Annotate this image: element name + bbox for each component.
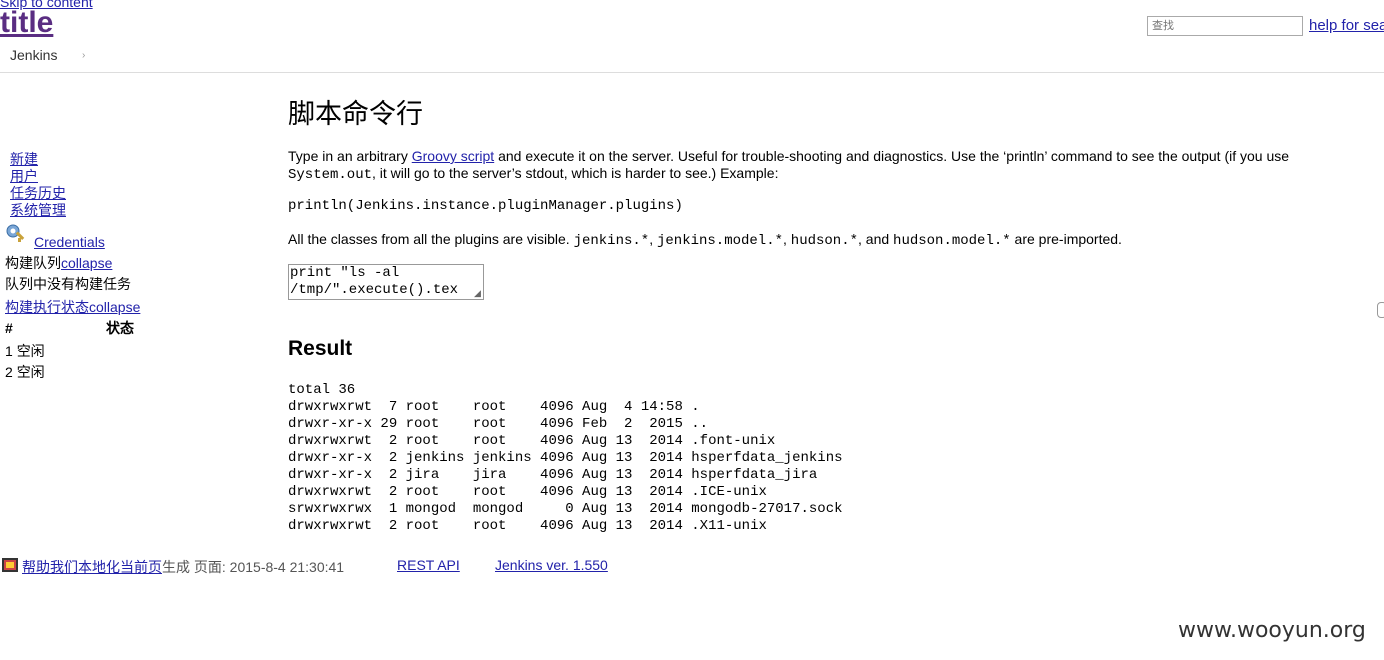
- executor-header-status: 状态: [106, 320, 134, 336]
- package-jenkins: jenkins.*: [573, 233, 650, 249]
- sidebar-item-new[interactable]: 新建: [10, 151, 38, 168]
- groovy-script-link[interactable]: Groovy script: [412, 148, 494, 164]
- executor-num: 1: [5, 343, 13, 359]
- executor-collapse-link[interactable]: collapse: [89, 299, 140, 315]
- breadcrumb-arrow-icon[interactable]: ›: [82, 50, 85, 61]
- footer-localize: 帮助我们本地化当前页生成 页面: 2015-8-4 21:30:41: [22, 557, 344, 577]
- intro-text-3: , it will go to the server’s stdout, whi…: [372, 165, 779, 181]
- package-hudson: hudson.*: [790, 233, 859, 249]
- sidebar-item-build-history[interactable]: 任务历史: [10, 185, 66, 202]
- classes-prefix: All the classes from all the plugins are…: [288, 231, 574, 247]
- intro-paragraph: Type in an arbitrary Groovy script and e…: [288, 148, 1368, 184]
- sidebar-item-users[interactable]: 用户: [10, 168, 38, 185]
- example-code: println(Jenkins.instance.pluginManager.p…: [288, 198, 683, 214]
- resize-grip-icon[interactable]: ◢: [474, 288, 481, 299]
- result-heading: Result: [288, 337, 353, 360]
- executor-status: 空闲: [16, 343, 45, 359]
- header-divider: [0, 72, 1384, 73]
- executor-header-num: #: [5, 320, 13, 336]
- executor-status-link[interactable]: 构建执行状态: [5, 299, 89, 315]
- package-jenkins-model: jenkins.model.*: [656, 233, 784, 249]
- executor-status: 空闲: [16, 364, 45, 380]
- jenkins-title-link[interactable]: title: [0, 6, 53, 40]
- credentials-icon: [6, 224, 25, 242]
- separator: , and: [858, 231, 894, 247]
- package-hudson-model: hudson.model.*: [893, 233, 1011, 249]
- classes-paragraph: All the classes from all the plugins are…: [288, 231, 1368, 250]
- scroll-handle-icon[interactable]: [1377, 302, 1384, 318]
- localize-page-link[interactable]: 帮助我们本地化当前页: [22, 559, 162, 575]
- separator: ,: [783, 231, 791, 247]
- rest-api-link[interactable]: REST API: [397, 557, 460, 573]
- executor-row: 2 空闲: [5, 363, 45, 381]
- watermark: www.wooyun.org: [1178, 618, 1366, 643]
- classes-suffix: are pre-imported.: [1010, 231, 1122, 247]
- build-queue-label: 构建队列: [5, 255, 61, 271]
- page-generated: 生成 页面: 2015-8-4 21:30:41: [162, 559, 345, 575]
- intro-text: Type in an arbitrary: [288, 148, 412, 164]
- search-help-link[interactable]: help for sea: [1309, 17, 1384, 34]
- sidebar-item-manage[interactable]: 系统管理: [10, 202, 66, 219]
- result-output: total 36 drwxrwxrwt 7 root root 4096 Aug…: [288, 382, 843, 534]
- footer-rest: REST API: [397, 557, 460, 573]
- executor-row: 1 空闲: [5, 342, 45, 360]
- jenkins-version-link[interactable]: Jenkins ver. 1.550: [495, 557, 608, 573]
- sidebar-item-credentials[interactable]: Credentials: [34, 234, 105, 251]
- system-out-code: System.out: [288, 167, 373, 183]
- build-queue-header: 构建队列collapse: [5, 254, 112, 272]
- executor-num: 2: [5, 364, 13, 380]
- breadcrumb-jenkins[interactable]: Jenkins: [10, 47, 57, 63]
- separator: ,: [649, 231, 657, 247]
- localize-icon: [2, 558, 18, 572]
- search-input[interactable]: [1147, 16, 1303, 36]
- intro-text-2: and execute it on the server. Useful for…: [494, 148, 1290, 164]
- script-textarea[interactable]: print "ls -al /tmp/".execute().tex: [288, 264, 484, 300]
- build-queue-empty: 队列中没有构建任务: [5, 276, 131, 292]
- build-queue-collapse-link[interactable]: collapse: [61, 255, 112, 271]
- footer-version: Jenkins ver. 1.550: [495, 557, 608, 573]
- page-title: 脚本命令行: [288, 99, 423, 130]
- executor-header: 构建执行状态collapse: [5, 298, 140, 316]
